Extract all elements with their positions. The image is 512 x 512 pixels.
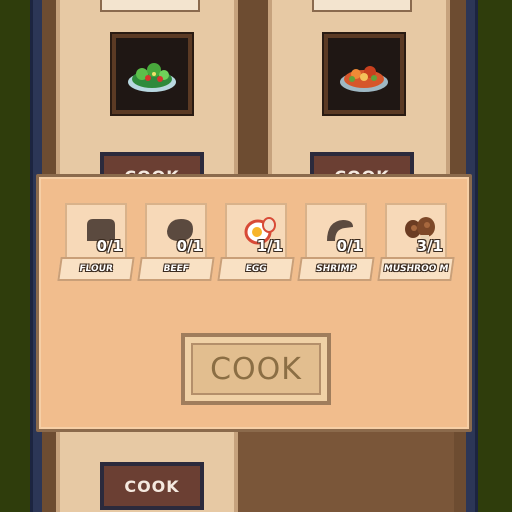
ingredient-modal: 0/1 FLOUR 0/1 BEEF 1/1 EGG 0/1 SHRIMP 3/… — [36, 174, 472, 432]
ingredient-count: 1/1 — [256, 237, 283, 255]
cook-button[interactable]: COOK — [181, 333, 331, 405]
stew-icon — [324, 34, 404, 114]
ingredient-count: 0/1 — [96, 237, 123, 255]
ingredient-label: BEEF — [137, 257, 215, 281]
ingredient-card: 0/1 — [305, 203, 367, 259]
ingredient-count: 0/1 — [336, 237, 363, 255]
ingredient-slot-flour[interactable]: 0/1 FLOUR — [57, 201, 135, 285]
ingredient-card: 3/1 — [385, 203, 447, 259]
ingredient-label: MUSHROO M — [377, 257, 455, 281]
ingredient-count: 0/1 — [176, 237, 203, 255]
ingredient-slot-egg[interactable]: 1/1 EGG — [217, 201, 295, 285]
ingredient-label: EGG — [217, 257, 295, 281]
ingredient-card: 0/1 — [145, 203, 207, 259]
salad-icon — [112, 34, 192, 114]
ingredient-card: 0/1 — [65, 203, 127, 259]
ingredient-label: SHRIMP — [297, 257, 375, 281]
ingredient-label: FLOUR — [57, 257, 135, 281]
recipe-title-plate — [100, 0, 200, 12]
ingredient-card: 1/1 — [225, 203, 287, 259]
recipe-title-plate — [312, 0, 412, 12]
ingredient-slot-mushroom[interactable]: 3/1 MUSHROO M — [377, 201, 455, 285]
ingredient-list: 0/1 FLOUR 0/1 BEEF 1/1 EGG 0/1 SHRIMP 3/… — [57, 201, 459, 287]
column-divider-bottom — [238, 430, 454, 512]
ingredient-count: 3/1 — [416, 237, 443, 255]
cook-button-bottom-left[interactable]: COOK — [100, 462, 204, 510]
ingredient-slot-shrimp[interactable]: 0/1 SHRIMP — [297, 201, 375, 285]
ingredient-slot-beef[interactable]: 0/1 BEEF — [137, 201, 215, 285]
